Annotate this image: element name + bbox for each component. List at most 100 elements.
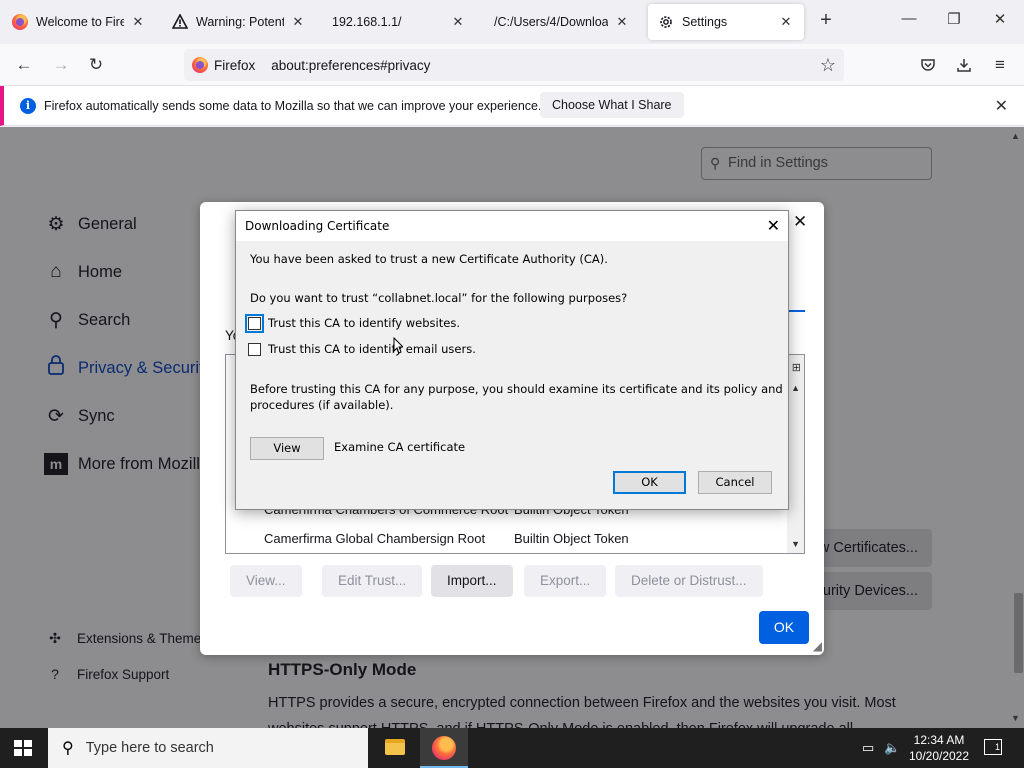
downloads-icon[interactable] [952,53,976,77]
tab-settings[interactable]: Settings ✕ [648,4,804,40]
tab-title: Welcome to Firefox [36,15,124,29]
close-icon[interactable]: ✕ [995,96,1008,116]
resize-grip-icon[interactable]: ◢ [813,639,822,653]
view-cert-button[interactable]: View... [230,565,302,597]
url-text[interactable]: about:preferences#privacy [271,58,430,73]
bookmark-star-icon[interactable]: ☆ [820,55,836,76]
mouse-cursor-icon [393,337,403,354]
category-label: General [78,214,137,233]
close-icon[interactable]: ✕ [290,14,306,30]
cancel-button[interactable]: Cancel [698,471,772,494]
puzzle-icon: ✣ [49,630,61,646]
scroll-down-icon[interactable]: ▼ [791,539,800,549]
export-button[interactable]: Export... [524,565,607,597]
pocket-icon[interactable] [916,53,940,77]
scrollbar-thumb[interactable] [1014,593,1023,673]
scroll-down-icon[interactable]: ▼ [1011,713,1020,723]
category-general[interactable]: ⚙ General [44,211,137,237]
page-scrollbar[interactable]: ▲ ▼ [1008,127,1024,728]
gear-icon: ⚙ [47,213,65,235]
close-icon[interactable]: ✕ [614,14,630,30]
firefox-icon [12,14,28,30]
trust-email-option[interactable]: Trust this CA to identify email users. [248,342,476,356]
import-button[interactable]: Import... [431,565,513,597]
cert-token: Builtin Object Token [514,531,629,546]
category-label: Privacy & Security [78,358,212,377]
find-in-settings-input[interactable]: ⚲ Find in Settings [701,147,932,180]
edit-trust-button[interactable]: Edit Trust... [322,565,423,597]
close-icon[interactable]: ✕ [130,14,146,30]
firefox-taskbar-button[interactable] [420,728,468,768]
link-label: Firefox Support [77,666,170,682]
dialog-intro: You have been asked to trust a new Certi… [250,252,608,266]
category-home[interactable]: ⌂ Home [44,259,122,285]
dialog-advice-line-1: Before trusting this CA for any purpose,… [250,382,783,396]
gear-icon [658,14,674,30]
ok-button[interactable]: OK [759,611,809,644]
identity-box[interactable]: Firefox [184,57,265,73]
close-icon[interactable]: ✕ [778,14,794,30]
find-placeholder: Find in Settings [728,155,828,171]
reload-button[interactable]: ↻ [84,53,108,77]
dialog-question: Do you want to trust “collabnet.local” f… [250,291,628,305]
volume-muted-icon[interactable]: 🔈 [884,740,900,756]
data-notification-bar: i Firefox automatically sends some data … [0,86,1024,126]
clock-time: 12:34 AM [913,733,965,747]
category-search[interactable]: ⚲ Search [44,307,130,333]
delete-or-distrust-button[interactable]: Delete or Distrust... [615,565,763,597]
url-bar[interactable]: Firefox about:preferences#privacy ☆ [184,49,844,81]
taskbar-search-box[interactable]: ⚲ Type here to search [48,728,368,768]
notification-text: Firefox automatically sends some data to… [44,98,542,113]
help-icon: ? [51,666,59,682]
tab-welcome[interactable]: Welcome to Firefox ✕ [2,4,156,40]
https-only-title: HTTPS-Only Mode [268,660,417,679]
tab-title: 192.168.1.1/ [332,15,402,29]
action-center-icon[interactable]: 1 [984,739,1002,755]
scroll-up-icon[interactable]: ▲ [791,383,800,393]
scroll-up-icon[interactable]: ▲ [1011,131,1020,141]
close-icon[interactable]: ✕ [450,14,466,30]
ok-button[interactable]: OK [613,471,686,494]
column-picker-icon[interactable]: ⊞ [792,361,801,374]
tab-router[interactable]: 192.168.1.1/ ✕ [322,4,476,40]
choose-what-i-share-button[interactable]: Choose What I Share [540,92,684,118]
taskbar-search-placeholder: Type here to search [85,740,214,756]
category-privacy[interactable]: Privacy & Security [44,355,212,381]
new-tab-button[interactable]: + [815,10,837,32]
firefox-support-link[interactable]: ? Firefox Support [46,666,169,682]
menu-icon[interactable]: ≡ [988,53,1012,77]
folder-icon [385,739,405,755]
firefox-icon [192,57,208,73]
minimize-button[interactable]: — [899,10,919,32]
home-icon: ⌂ [50,261,62,282]
trust-websites-checkbox[interactable] [245,313,264,333]
https-only-description: HTTPS provides a secure, encrypted conne… [268,695,896,728]
table-row[interactable]: Camerfirma Global Chambersign Root Built… [264,531,629,546]
file-explorer-button[interactable] [371,728,419,768]
back-button[interactable]: ← [12,53,36,77]
downloading-certificate-dialog: Downloading Certificate ✕ You have been … [235,210,789,510]
forward-button[interactable]: → [49,53,73,77]
close-window-button[interactable]: ✕ [990,10,1010,32]
tab-warning[interactable]: Warning: Potential ✕ [162,4,316,40]
identity-label: Firefox [214,57,256,73]
trust-websites-option[interactable]: Trust this CA to identify websites. [245,313,460,333]
category-sync[interactable]: ⟳ Sync [44,403,115,429]
trust-email-checkbox[interactable] [248,342,261,356]
network-icon[interactable]: ▭ [862,740,874,756]
view-ca-button[interactable]: View [250,437,324,460]
tree-scrollbar[interactable]: ⊞ ▲ ▼ [787,355,804,553]
category-label: Sync [78,406,115,425]
tab-downloads[interactable]: /C:/Users/4/Downloads ✕ [484,4,640,40]
selected-tab-indicator [789,310,805,312]
tab-title: Settings [682,15,728,29]
system-clock[interactable]: 12:34 AM 10/20/2022 [904,732,974,764]
windows-start-icon[interactable] [14,740,32,756]
checkbox-label: Trust this CA to identify email users. [268,342,476,356]
close-icon[interactable]: ✕ [793,212,807,232]
extensions-themes-link[interactable]: ✣ Extensions & Themes [46,630,208,647]
restore-button[interactable]: ❐ [944,10,964,32]
tab-title: Warning: Potential [196,15,284,29]
close-icon[interactable]: ✕ [767,216,780,235]
category-more-from-mozilla[interactable]: m More from Mozilla [44,451,209,477]
